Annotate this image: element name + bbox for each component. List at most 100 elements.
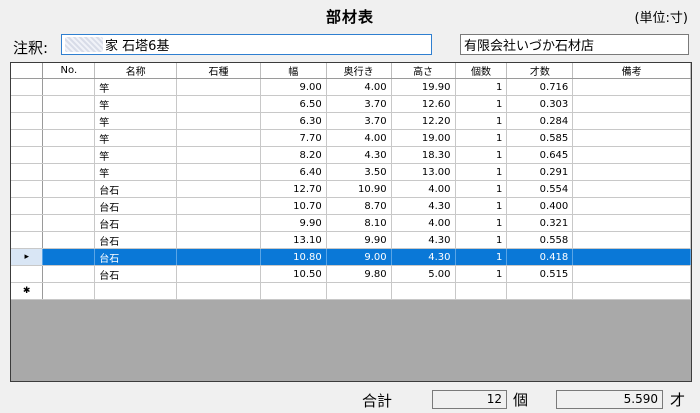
- parts-grid[interactable]: No. 名称 石種 幅 奥行き 高さ 個数 才数 備考 竿 9.00 4.00 19.…: [10, 62, 692, 382]
- cell-width[interactable]: 9.00: [260, 78, 327, 96]
- cell-count[interactable]: 1: [455, 146, 508, 164]
- row-selector[interactable]: [11, 129, 44, 147]
- new-row-icon[interactable]: ✱: [11, 282, 44, 300]
- cell-height[interactable]: 4.30: [391, 231, 456, 249]
- cell-remarks[interactable]: [572, 231, 691, 249]
- table-row[interactable]: 台石 10.50 9.80 5.00 1 0.515: [11, 265, 691, 283]
- cell-name[interactable]: 台石: [94, 231, 178, 249]
- table-row[interactable]: 台石 9.90 8.10 4.00 1 0.321: [11, 214, 691, 232]
- table-row[interactable]: 竿 7.70 4.00 19.00 1 0.585: [11, 129, 691, 147]
- cell-count[interactable]: 1: [455, 129, 508, 147]
- table-row[interactable]: 竿 6.30 3.70 12.20 1 0.284: [11, 112, 691, 130]
- cell-volume[interactable]: 0.558: [506, 231, 574, 249]
- cell-stone[interactable]: [176, 248, 261, 266]
- column-header-width[interactable]: 幅: [260, 63, 327, 79]
- cell-stone[interactable]: [176, 214, 261, 232]
- row-selector[interactable]: [11, 214, 44, 232]
- cell-volume[interactable]: 0.585: [506, 129, 574, 147]
- cell-count[interactable]: 1: [455, 112, 508, 130]
- cell-width[interactable]: 13.10: [260, 231, 327, 249]
- cell-stone[interactable]: [176, 129, 261, 147]
- new-row-cell[interactable]: [326, 282, 392, 300]
- cell-volume[interactable]: 0.716: [506, 78, 574, 96]
- cell-depth[interactable]: 9.00: [326, 248, 392, 266]
- cell-stone[interactable]: [176, 78, 261, 96]
- cell-count[interactable]: 1: [455, 231, 508, 249]
- table-row[interactable]: 竿 9.00 4.00 19.90 1 0.716: [11, 78, 691, 96]
- note-input[interactable]: 家 石塔6基: [61, 34, 432, 55]
- row-selector[interactable]: [11, 180, 44, 198]
- cell-name[interactable]: 台石: [94, 265, 178, 283]
- cell-remarks[interactable]: [572, 163, 691, 181]
- cell-width[interactable]: 10.50: [260, 265, 327, 283]
- column-header-volume[interactable]: 才数: [506, 63, 574, 79]
- column-header-name[interactable]: 名称: [94, 63, 178, 79]
- cell-stone[interactable]: [176, 197, 261, 215]
- cell-width[interactable]: 7.70: [260, 129, 327, 147]
- table-row[interactable]: 竿 8.20 4.30 18.30 1 0.645: [11, 146, 691, 164]
- cell-height[interactable]: 4.30: [391, 197, 456, 215]
- cell-remarks[interactable]: [572, 129, 691, 147]
- new-row[interactable]: ✱: [11, 282, 691, 300]
- column-header-remarks[interactable]: 備考: [572, 63, 691, 79]
- cell-count[interactable]: 1: [455, 163, 508, 181]
- cell-height[interactable]: 19.90: [391, 78, 456, 96]
- cell-volume[interactable]: 0.645: [506, 146, 574, 164]
- cell-width[interactable]: 6.30: [260, 112, 327, 130]
- cell-depth[interactable]: 3.50: [326, 163, 392, 181]
- cell-height[interactable]: 12.20: [391, 112, 456, 130]
- cell-no[interactable]: [42, 248, 96, 266]
- cell-remarks[interactable]: [572, 265, 691, 283]
- cell-name[interactable]: 竿: [94, 163, 178, 181]
- cell-width[interactable]: 10.70: [260, 197, 327, 215]
- cell-depth[interactable]: 9.80: [326, 265, 392, 283]
- new-row-cell[interactable]: [506, 282, 574, 300]
- cell-width[interactable]: 6.40: [260, 163, 327, 181]
- company-field[interactable]: 有限会社いづか石材店: [460, 34, 689, 55]
- row-selector[interactable]: [11, 163, 44, 181]
- new-row-cell[interactable]: [176, 282, 261, 300]
- cell-volume[interactable]: 0.284: [506, 112, 574, 130]
- table-row[interactable]: 台石 13.10 9.90 4.30 1 0.558: [11, 231, 691, 249]
- new-row-cell[interactable]: [391, 282, 456, 300]
- column-header-depth[interactable]: 奥行き: [326, 63, 392, 79]
- row-selector[interactable]: [11, 231, 44, 249]
- cell-remarks[interactable]: [572, 248, 691, 266]
- cell-name[interactable]: 台石: [94, 214, 178, 232]
- row-selector[interactable]: [11, 265, 44, 283]
- cell-count[interactable]: 1: [455, 265, 508, 283]
- cell-volume[interactable]: 0.291: [506, 163, 574, 181]
- cell-name[interactable]: 竿: [94, 146, 178, 164]
- cell-remarks[interactable]: [572, 95, 691, 113]
- row-selector[interactable]: [11, 146, 44, 164]
- cell-no[interactable]: [42, 214, 96, 232]
- cell-volume[interactable]: 0.303: [506, 95, 574, 113]
- cell-width[interactable]: 9.90: [260, 214, 327, 232]
- cell-count[interactable]: 1: [455, 78, 508, 96]
- new-row-cell[interactable]: [572, 282, 691, 300]
- table-row[interactable]: 台石 12.70 10.90 4.00 1 0.554: [11, 180, 691, 198]
- cell-name[interactable]: 竿: [94, 78, 178, 96]
- cell-volume[interactable]: 0.400: [506, 197, 574, 215]
- cell-height[interactable]: 5.00: [391, 265, 456, 283]
- cell-width[interactable]: 6.50: [260, 95, 327, 113]
- new-row-cell[interactable]: [94, 282, 178, 300]
- cell-name[interactable]: 台石: [94, 248, 178, 266]
- cell-height[interactable]: 13.00: [391, 163, 456, 181]
- cell-depth[interactable]: 3.70: [326, 112, 392, 130]
- cell-volume[interactable]: 0.515: [506, 265, 574, 283]
- cell-stone[interactable]: [176, 231, 261, 249]
- row-selector[interactable]: [11, 78, 44, 96]
- cell-width[interactable]: 10.80: [260, 248, 327, 266]
- cell-name[interactable]: 竿: [94, 95, 178, 113]
- cell-height[interactable]: 19.00: [391, 129, 456, 147]
- row-selector-header[interactable]: [11, 63, 44, 79]
- new-row-cell[interactable]: [455, 282, 508, 300]
- cell-height[interactable]: 4.00: [391, 180, 456, 198]
- cell-depth[interactable]: 4.00: [326, 129, 392, 147]
- row-selector[interactable]: [11, 197, 44, 215]
- cell-stone[interactable]: [176, 146, 261, 164]
- column-header-no[interactable]: No.: [42, 63, 96, 79]
- cell-volume[interactable]: 0.554: [506, 180, 574, 198]
- cell-count[interactable]: 1: [455, 95, 508, 113]
